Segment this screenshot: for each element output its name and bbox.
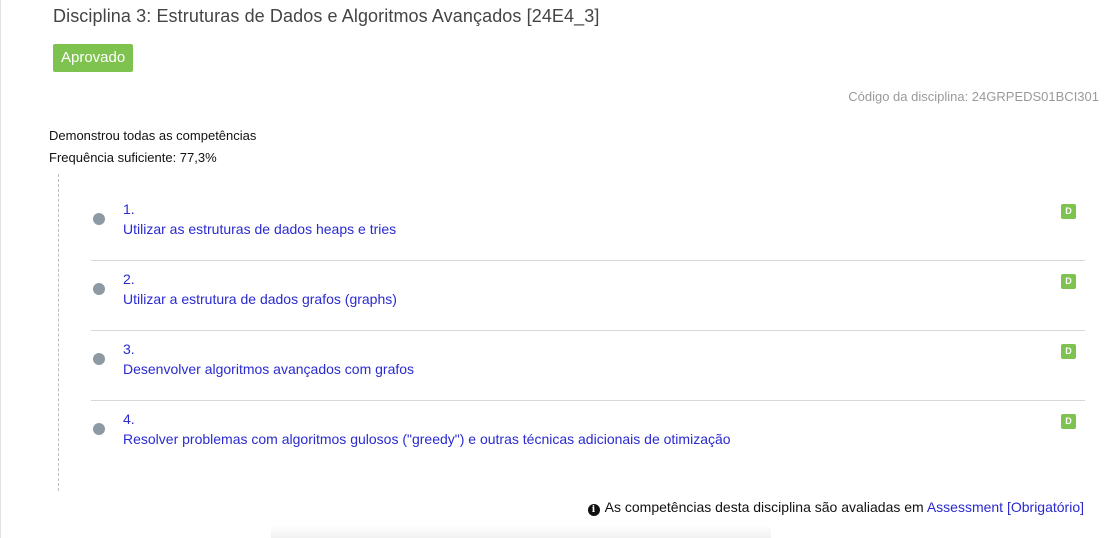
competency-list: 1. Utilizar as estruturas de dados heaps… (91, 191, 1085, 471)
competency-item: 3. Desenvolver algoritmos avançados com … (91, 331, 1085, 401)
timeline-line (58, 174, 59, 491)
competency-number[interactable]: 1. (123, 201, 135, 217)
competency-link[interactable]: Desenvolver algoritmos avançados com gra… (123, 361, 414, 377)
competency-number[interactable]: 4. (123, 411, 135, 427)
bullet-dot-icon (93, 353, 105, 365)
assessment-link[interactable]: Assessment [Obrigatório] (927, 499, 1084, 515)
competency-item: 1. Utilizar as estruturas de dados heaps… (91, 191, 1085, 261)
grade-badge: D (1061, 274, 1076, 289)
competency-link[interactable]: Utilizar as estruturas de dados heaps e … (123, 221, 396, 237)
course-code: Código da disciplina: 24GRPEDS01BCI301 (848, 89, 1099, 104)
info-circle-icon: i (587, 504, 600, 516)
competency-link[interactable]: Resolver problemas com algoritmos guloso… (123, 431, 731, 447)
bullet-dot-icon (93, 283, 105, 295)
course-title: Disciplina 3: Estruturas de Dados e Algo… (53, 6, 600, 26)
assessment-note: i As competências desta disciplina são a… (587, 499, 1084, 516)
grade-badge: D (1061, 204, 1076, 219)
bullet-dot-icon (93, 423, 105, 435)
competency-link[interactable]: Utilizar a estrutura de dados grafos (gr… (123, 291, 397, 307)
status-badge: Aprovado (53, 44, 134, 72)
assessment-note-text: As competências desta disciplina são ava… (604, 499, 924, 515)
bullet-dot-icon (93, 213, 105, 225)
competency-number[interactable]: 2. (123, 271, 135, 287)
competency-item: 4. Resolver problemas com algoritmos gul… (91, 401, 1085, 471)
competency-number[interactable]: 3. (123, 341, 135, 357)
scroll-shadow (271, 524, 771, 538)
grade-badge: D (1061, 414, 1076, 429)
attendance-text: Frequência suficiente: 77,3% (49, 150, 217, 165)
competencies-status-text: Demonstrou todas as competências (49, 128, 257, 143)
grade-badge: D (1061, 344, 1076, 359)
competency-summary: Demonstrou todas as competências Frequên… (49, 125, 256, 169)
competency-item: 2. Utilizar a estrutura de dados grafos … (91, 261, 1085, 331)
course-competencies-panel: Disciplina 3: Estruturas de Dados e Algo… (0, 0, 1115, 538)
